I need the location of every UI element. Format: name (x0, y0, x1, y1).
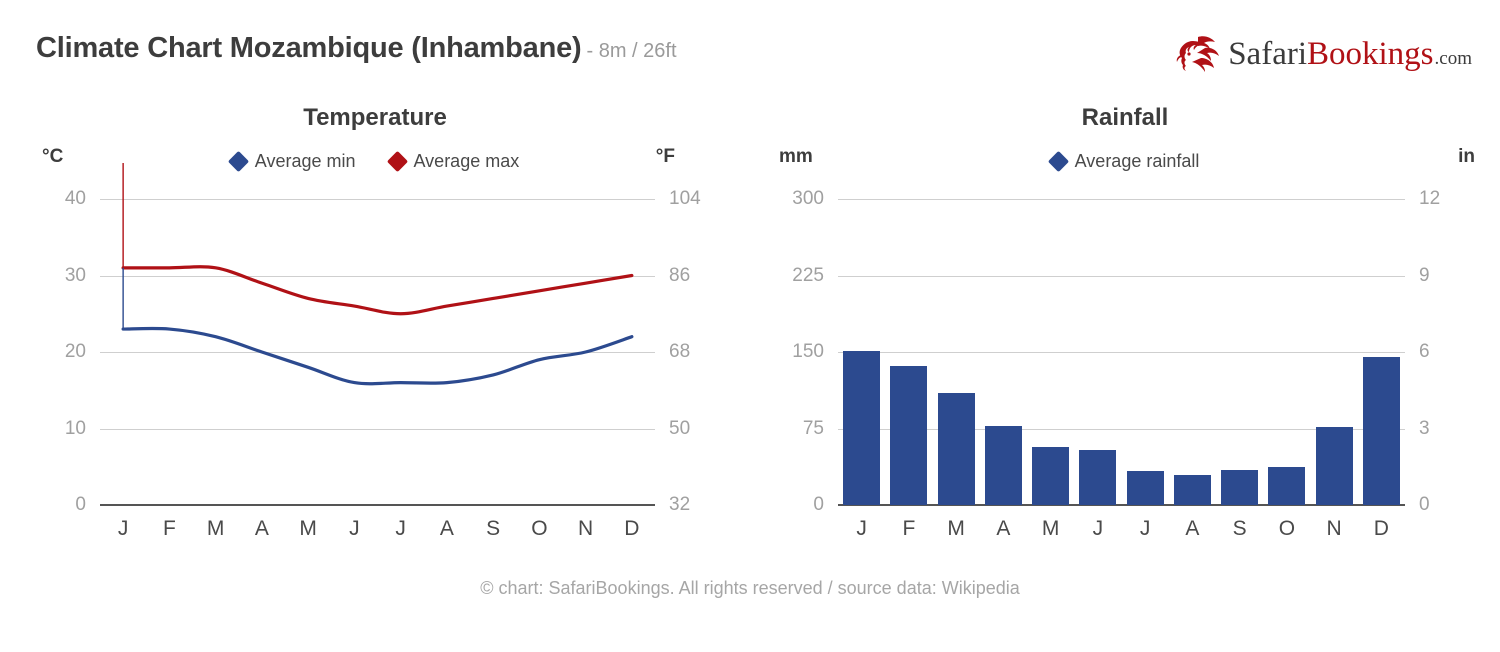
x-axis-label-february: F (902, 517, 916, 540)
x-axis-label-november: N (1326, 517, 1342, 540)
x-axis-labels: JFMAMJJASOND (838, 517, 1405, 541)
temperature-panel: Temperature °C °F Average min Average ma… (0, 96, 750, 556)
x-axis-label-june: J (1092, 517, 1104, 540)
bar-january[interactable] (843, 350, 881, 505)
bar-slot-march (933, 199, 980, 505)
bar-slot-april (980, 199, 1027, 505)
logo-safari-text: Safari (1228, 35, 1307, 72)
bar-october[interactable] (1268, 467, 1306, 505)
bar-slot-february (885, 199, 932, 505)
bar-slot-august (1169, 199, 1216, 505)
series-line-average-min (121, 326, 634, 386)
x-axis-label-january: J (856, 517, 867, 540)
y-axis-tick-right: 12 (1419, 188, 1441, 209)
x-axis-label-december: D (1373, 517, 1389, 540)
y-axis-tick-left: 0 (813, 494, 824, 515)
copyright-footer: © chart: SafariBookings. All rights rese… (480, 578, 1020, 598)
x-axis-label-march: M (947, 517, 965, 540)
bar-december[interactable] (1362, 357, 1400, 505)
rainfall-plot-area: 0 0 75 3 150 6 225 9 300 12 J F M A M J J A S O N D (750, 96, 1500, 556)
y-axis-tick-left: 225 (792, 264, 824, 286)
x-axis-label-october: O (1278, 517, 1296, 540)
bar-slot-june (1074, 199, 1121, 505)
bar-august[interactable] (1173, 475, 1211, 505)
y-axis-tick-right: 0 (1419, 494, 1430, 515)
bar-march[interactable] (937, 392, 975, 505)
logo-bookings-text: Bookings (1307, 35, 1434, 72)
temperature-lines (121, 163, 634, 386)
y-axis-tick-right: 3 (1419, 417, 1430, 439)
bar-slot-november (1311, 199, 1358, 505)
page-header: Climate Chart Mozambique (Inhambane) - 8m… (0, 0, 1500, 96)
y-axis-tick-left: 150 (792, 341, 824, 362)
page-title: Climate Chart Mozambique (Inhambane) - 8m… (36, 32, 677, 65)
series-line-average-max (121, 265, 634, 316)
logo-wordmark: Safari Bookings .com (1228, 36, 1472, 73)
bar-slot-july (1122, 199, 1169, 505)
lion-head-icon (1176, 36, 1220, 72)
logo-com-text: .com (1434, 47, 1472, 69)
bar-slot-december (1358, 199, 1405, 505)
bar-february[interactable] (890, 366, 928, 505)
rainfall-bars (838, 199, 1405, 505)
x-axis-label-april: A (996, 517, 1011, 540)
safaribookings-logo[interactable]: Safari Bookings .com (1175, 30, 1472, 78)
x-axis-label-september: S (1232, 517, 1247, 540)
bar-july[interactable] (1126, 471, 1164, 505)
bar-slot-january (838, 199, 885, 505)
page-title-main: Climate Chart Mozambique (Inhambane) (36, 32, 582, 64)
climate-chart-page: Climate Chart Mozambique (Inhambane) - 8m… (0, 0, 1500, 652)
bar-june[interactable] (1079, 449, 1117, 505)
y-axis-tick-right: 9 (1419, 264, 1430, 286)
bar-slot-october (1263, 199, 1310, 505)
x-axis-label-august: A (1185, 517, 1200, 540)
y-axis-tick-left: 75 (802, 417, 824, 439)
temperature-plot-area: 0 32 10 50 20 68 30 86 40 104 J F M A M J J A S O N D (0, 96, 750, 556)
bar-november[interactable] (1315, 427, 1353, 505)
bar-may[interactable] (1032, 446, 1070, 505)
bar-slot-september (1216, 199, 1263, 505)
rainfall-panel: Rainfall mm in Average rainfall 0 0 75 3 150… (750, 96, 1500, 556)
bar-april[interactable] (984, 426, 1022, 505)
page-title-elevation: - 8m / 26ft (586, 40, 677, 62)
y-axis-tick-right: 6 (1419, 341, 1430, 362)
bar-slot-may (1027, 199, 1074, 505)
x-axis-label-may: M (1041, 517, 1060, 540)
x-axis-label-july: J (1139, 517, 1151, 540)
bar-september[interactable] (1221, 470, 1259, 505)
y-axis-tick-left: 300 (792, 188, 824, 209)
